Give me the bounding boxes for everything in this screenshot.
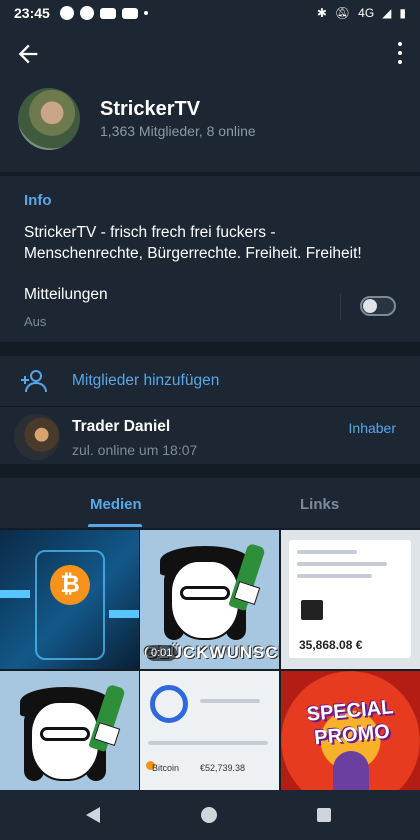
mute-icon: 🔕︎ [334, 6, 351, 20]
active-tab-indicator [88, 524, 142, 527]
row-divider [0, 406, 420, 407]
info-heading: Info [24, 192, 52, 209]
glasses-graphic [180, 586, 230, 600]
glasses-graphic [40, 727, 90, 741]
more-notifications-dot [143, 11, 148, 15]
back-arrow-icon[interactable] [14, 40, 42, 68]
notifications-value: Aus [24, 314, 47, 329]
text-line [200, 699, 260, 703]
channel-description: StrickerTV - frisch frech frei fuckers -… [24, 224, 362, 262]
portfolio-ring-chart [150, 685, 188, 723]
network-type: 4G [358, 6, 375, 20]
portfolio-amount: 35,868.08 € [299, 638, 363, 652]
spotify-icon [59, 6, 74, 20]
status-time: 23:45 [14, 5, 50, 21]
media-thumbnail[interactable]: ₿ [0, 530, 139, 669]
section-divider [0, 342, 420, 356]
channel-avatar[interactable] [18, 88, 80, 150]
promo-text: SPECIAL PROMO [305, 696, 395, 750]
vertical-divider [340, 294, 341, 320]
tab-media[interactable]: Medien [90, 496, 142, 513]
notifications-toggle[interactable] [360, 296, 396, 316]
asset-value: €52,739.38 [200, 763, 246, 773]
youtube-icon [121, 7, 138, 19]
add-person-icon [21, 370, 47, 393]
media-thumbnail-gif[interactable]: GLÜCKWUNSCH! 0:01 [140, 530, 279, 669]
channel-title: StrickerTV [100, 98, 201, 120]
member-avatar [14, 414, 60, 460]
section-divider [0, 464, 420, 478]
arrow-graphic [109, 610, 139, 618]
notification-icons [59, 6, 148, 20]
battery-icon: ▮ [399, 6, 406, 20]
bitcoin-icon: ₿ [50, 565, 90, 605]
media-thumbnail[interactable]: 35,868.08 € [281, 530, 420, 669]
asset-name: Bitcoin [152, 763, 180, 773]
member-row[interactable]: Trader Daniel zul. online um 18:07 Inhab… [0, 408, 420, 464]
add-members-label: Mitglieder hinzufügen [72, 372, 220, 389]
system-icons: ✱ 🔕︎ 4G ◢ ▮ [317, 6, 406, 20]
channel-header: StrickerTV 1,363 Mitglieder, 8 online [0, 26, 420, 172]
status-bar: 23:45 ✱ 🔕︎ 4G ◢ ▮ [0, 0, 420, 26]
add-members-button[interactable]: Mitglieder hinzufügen [0, 356, 420, 406]
member-count: 1,363 Mitglieder, 8 online [100, 123, 256, 139]
text-line [297, 550, 357, 554]
more-options-icon[interactable] [396, 42, 404, 64]
nav-home-icon[interactable] [201, 807, 217, 823]
bluetooth-icon: ✱ [316, 6, 327, 20]
tab-links[interactable]: Links [300, 496, 339, 513]
nav-recents-icon[interactable] [317, 808, 331, 822]
youtube-icon [99, 7, 116, 19]
toggle-knob [363, 299, 377, 313]
member-last-seen: zul. online um 18:07 [72, 442, 198, 458]
members-section: Mitglieder hinzufügen Trader Daniel zul.… [0, 356, 420, 464]
media-grid: ₿ GLÜCKWUNSCH! 0:01 35,868.08 € [0, 528, 420, 810]
arrow-graphic [0, 590, 30, 598]
info-section: Info StrickerTV - frisch frech frei fuck… [0, 176, 420, 342]
text-line [297, 574, 372, 578]
video-duration-badge: 0:01 [146, 645, 178, 661]
member-name: Trader Daniel [72, 418, 171, 435]
card-graphic [301, 600, 323, 620]
android-nav-bar [0, 790, 420, 840]
text-line [148, 741, 268, 745]
messenger-icon [79, 6, 94, 20]
media-tabs: Medien Links [0, 478, 420, 528]
notifications-label[interactable]: Mitteilungen [24, 286, 108, 304]
member-role-badge: Inhaber [348, 420, 396, 436]
signal-icon: ◢ [382, 6, 392, 20]
app-screenshot: 35,868.08 € [289, 540, 411, 658]
text-line [297, 562, 387, 566]
nav-back-icon[interactable] [86, 807, 100, 823]
